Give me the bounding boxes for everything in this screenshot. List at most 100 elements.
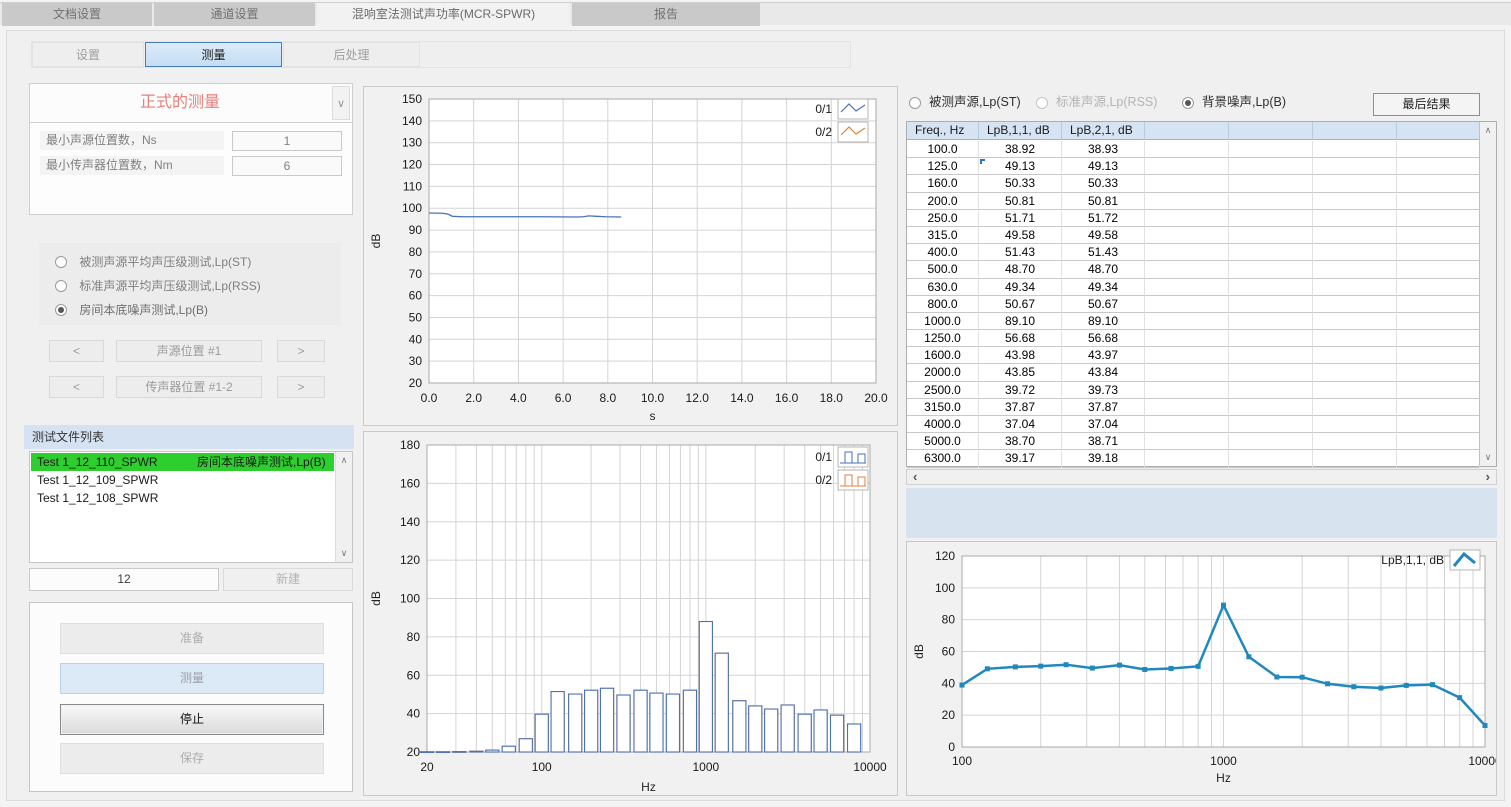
table-cell[interactable] [1313,433,1397,450]
tab-document-settings[interactable]: 文档设置 [2,3,152,26]
table-cell[interactable]: 38.92 [979,141,1062,158]
table-cell[interactable]: 315.0 [907,227,979,244]
radio-icon[interactable] [55,304,67,316]
table-cell[interactable]: 37.04 [979,416,1062,433]
table-row[interactable]: 630.049.3449.34 [907,279,1480,296]
table-cell[interactable] [1229,330,1313,347]
mic-pos-prev-button[interactable]: < [49,376,104,398]
table-cell[interactable] [1313,210,1397,227]
table-row[interactable]: 125.049.1349.13 [907,158,1480,175]
table-cell[interactable]: 89.10 [1062,313,1145,330]
table-cell[interactable] [1397,382,1480,399]
table-cell[interactable] [1313,313,1397,330]
table-row[interactable]: 1000.089.1089.10 [907,313,1480,330]
table-cell[interactable]: 800.0 [907,296,979,313]
table-cell[interactable] [1313,261,1397,278]
radio-lp-st[interactable]: 被测声源平均声压级测试,Lp(ST) [55,253,251,267]
table-cell[interactable] [1313,382,1397,399]
tab-channel-settings[interactable]: 通道设置 [154,3,315,26]
table-cell[interactable] [1145,416,1229,433]
radio-icon[interactable] [1182,97,1194,109]
table-cell[interactable]: 38.93 [1062,141,1145,158]
table-cell[interactable] [1313,416,1397,433]
table-cell[interactable]: 400.0 [907,244,979,261]
table-cell[interactable] [1229,227,1313,244]
table-cell[interactable]: 3150.0 [907,399,979,416]
table-row[interactable]: 250.051.7151.72 [907,210,1480,227]
table-cell[interactable]: 43.85 [979,364,1062,381]
table-cell[interactable] [1145,210,1229,227]
table-cell[interactable] [1145,141,1229,158]
table-cell[interactable] [1145,382,1229,399]
table-hscrollbar[interactable]: ‹ › [906,469,1497,485]
prepare-button[interactable]: 准备 [60,623,324,654]
table-row[interactable]: 1600.043.9843.97 [907,347,1480,364]
table-cell[interactable] [1397,193,1480,210]
table-cell[interactable] [1229,347,1313,364]
measurement-mode-dropdown[interactable]: 正式的测量 ∨ [29,83,353,123]
table-cell[interactable]: 2500.0 [907,382,979,399]
table-cell[interactable]: 630.0 [907,279,979,296]
table-cell[interactable]: 50.81 [979,193,1062,210]
radio-lp-rss[interactable]: 标准声源平均声压级测试,Lp(RSS) [55,277,261,291]
scroll-up-icon[interactable]: ∧ [1480,123,1496,138]
table-cell[interactable]: 49.58 [1062,227,1145,244]
table-cell[interactable]: 37.87 [979,399,1062,416]
table-cell[interactable] [1397,175,1480,192]
table-cell[interactable] [1397,433,1480,450]
table-cell[interactable] [1397,399,1480,416]
table-row[interactable]: 800.050.6750.67 [907,296,1480,313]
table-cell[interactable] [1145,399,1229,416]
table-cell[interactable]: 49.13 [979,158,1062,175]
radio-icon[interactable] [55,256,67,268]
nm-value-field[interactable]: 6 [232,156,342,176]
list-item[interactable]: Test 1_12_110_SPWR房间本底噪声测试,Lp(B) [31,453,334,471]
source-pos-button[interactable]: 声源位置 #1 [116,340,262,362]
table-cell[interactable]: 6300.0 [907,450,979,467]
subtab-postprocess[interactable]: 后处理 [283,42,420,67]
table-cell[interactable] [1397,261,1480,278]
table-cell[interactable]: 5000.0 [907,433,979,450]
table-cell[interactable] [1313,450,1397,467]
table-row[interactable]: 4000.037.0437.04 [907,416,1480,433]
table-row[interactable]: 315.049.5849.58 [907,227,1480,244]
table-cell[interactable] [1397,330,1480,347]
table-cell[interactable] [1313,364,1397,381]
table-cell[interactable] [1229,382,1313,399]
table-cell[interactable]: 49.58 [979,227,1062,244]
table-cell[interactable]: 50.33 [1062,175,1145,192]
result-radio-lp-b[interactable]: 背景噪声,Lp(B) [1182,91,1286,111]
measure-button[interactable]: 测量 [60,663,324,694]
table-cell[interactable]: 50.33 [979,175,1062,192]
file-list-scrollbar[interactable]: ∧ ∨ [335,452,352,562]
table-cell[interactable] [1397,296,1480,313]
table-cell[interactable]: 48.70 [979,261,1062,278]
table-cell[interactable] [1145,227,1229,244]
table-cell[interactable]: 48.70 [1062,261,1145,278]
table-cell[interactable]: 43.98 [979,347,1062,364]
table-row[interactable]: 200.050.8150.81 [907,193,1480,210]
table-cell[interactable]: 51.71 [979,210,1062,227]
table-cell[interactable]: 50.67 [1062,296,1145,313]
table-cell[interactable] [1145,347,1229,364]
table-cell[interactable] [1313,330,1397,347]
table-cell[interactable]: 51.43 [1062,244,1145,261]
table-cell[interactable] [1397,141,1480,158]
table-cell[interactable]: 39.17 [979,450,1062,467]
table-cell[interactable] [1229,450,1313,467]
table-cell[interactable] [1229,416,1313,433]
table-cell[interactable]: 49.13 [1062,158,1145,175]
table-cell[interactable] [1145,175,1229,192]
table-cell[interactable] [1397,158,1480,175]
table-cell[interactable]: 500.0 [907,261,979,278]
table-cell[interactable] [1229,158,1313,175]
subtab-measure[interactable]: 测量 [145,42,282,67]
table-cell[interactable]: 125.0 [907,158,979,175]
table-cell[interactable] [1397,279,1480,296]
table-cell[interactable] [1145,433,1229,450]
table-cell[interactable] [1397,210,1480,227]
table-cell[interactable] [1397,244,1480,261]
table-cell[interactable] [1145,313,1229,330]
table-cell[interactable] [1313,399,1397,416]
table-cell[interactable] [1313,158,1397,175]
